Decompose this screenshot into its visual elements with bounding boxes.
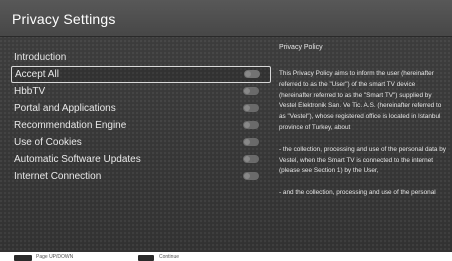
policy-paragraph: - and the collection, processing and use… <box>279 189 436 197</box>
policy-paragraph: This Privacy Policy aims to inform the u… <box>279 70 442 131</box>
toggle-switch[interactable] <box>243 172 259 180</box>
footer-hint-label: Page UP/DOWN <box>36 254 74 260</box>
privacy-policy-panel[interactable]: Privacy Policy This Privacy Policy aims … <box>279 44 447 210</box>
menu-item-automatic-software-updates[interactable]: Automatic Software Updates <box>11 151 271 168</box>
page-updown-icon <box>14 255 32 261</box>
menu-item-label: Automatic Software Updates <box>14 154 141 165</box>
policy-paragraph: - the collection, processing and use of … <box>279 145 446 175</box>
menu-item-label: Portal and Applications <box>14 103 116 114</box>
privacy-menu: Introduction Accept All HbbTV Portal and… <box>11 49 271 185</box>
toggle-switch[interactable] <box>243 87 259 95</box>
ok-icon <box>138 255 154 261</box>
menu-item-accept-all[interactable]: Accept All <box>11 66 271 83</box>
tv-screen: Privacy Settings Introduction Accept All… <box>0 0 452 252</box>
menu-item-label: Accept All <box>15 69 59 80</box>
menu-item-internet-connection[interactable]: Internet Connection <box>11 168 271 185</box>
menu-item-label: Internet Connection <box>14 171 102 182</box>
footer-hints: Page UP/DOWN Continue <box>0 252 452 261</box>
toggle-switch[interactable] <box>243 104 259 112</box>
menu-item-portal-and-applications[interactable]: Portal and Applications <box>11 100 271 117</box>
title-bar: Privacy Settings <box>0 0 452 37</box>
toggle-switch[interactable] <box>243 138 259 146</box>
toggle-switch[interactable] <box>244 70 260 78</box>
policy-heading: Privacy Policy <box>279 44 323 51</box>
menu-item-use-of-cookies[interactable]: Use of Cookies <box>11 134 271 151</box>
menu-item-label: Recommendation Engine <box>14 120 127 131</box>
menu-item-label: HbbTV <box>14 86 46 97</box>
menu-item-introduction[interactable]: Introduction <box>11 49 271 66</box>
toggle-switch[interactable] <box>243 155 259 163</box>
page-title: Privacy Settings <box>12 11 116 27</box>
menu-item-label: Use of Cookies <box>14 137 82 148</box>
toggle-switch[interactable] <box>243 121 259 129</box>
menu-item-recommendation-engine[interactable]: Recommendation Engine <box>11 117 271 134</box>
menu-item-label: Introduction <box>14 52 67 63</box>
menu-item-hbbtv[interactable]: HbbTV <box>11 83 271 100</box>
footer-hint-label: Continue <box>159 254 180 260</box>
